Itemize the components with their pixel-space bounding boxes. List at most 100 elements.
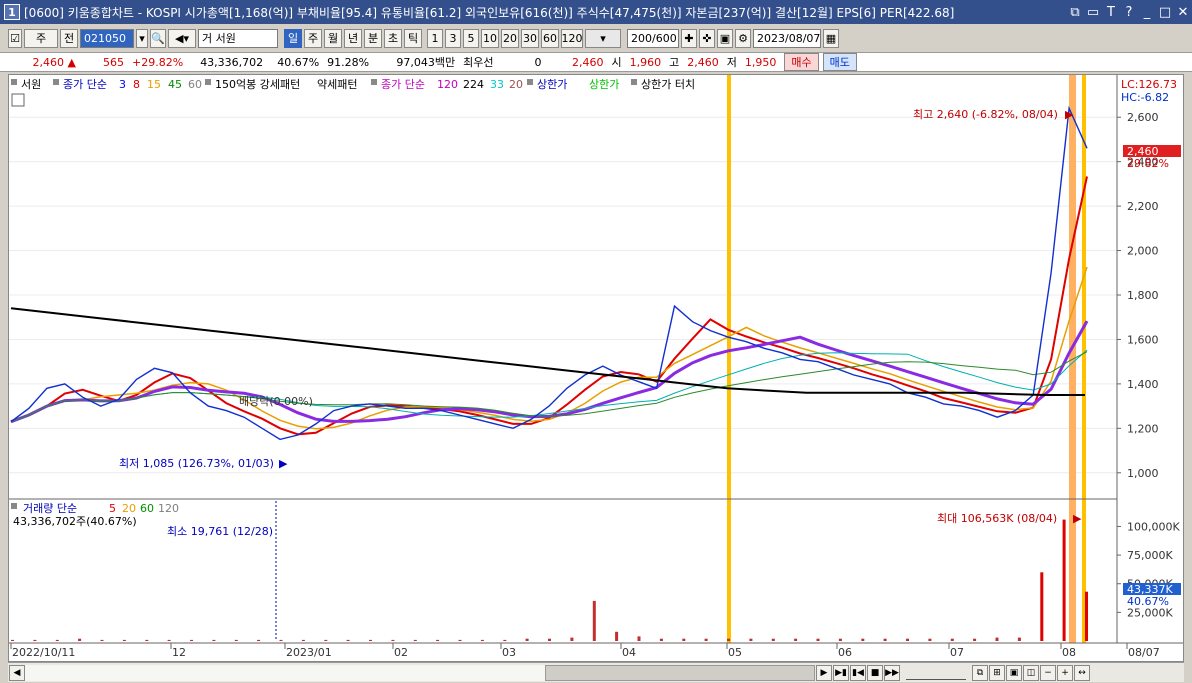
ma-224-line (10, 307, 1085, 396)
price-tick-label: 2,200 (1127, 200, 1159, 213)
window-title: [0600] 키움종합차트 - KOSPI 시가총액[1,168(억)] 부채비… (24, 5, 955, 20)
price-tick-label: 2,600 (1127, 111, 1159, 124)
horizontal-scrollbar[interactable]: ◀ ▶ ▶▮ ▮◀ ■ ▶▶ ⧉ ⊞ ▣ ◫ − + ↔ (8, 662, 1184, 682)
minute-5[interactable]: 5 (463, 28, 479, 48)
volume-min: 최소 19,761 (12/28) (167, 525, 273, 538)
stock-name-field[interactable]: 거 서원 (198, 28, 278, 48)
volume-bar (55, 639, 59, 641)
legend-ma2-label[interactable]: 종가 단순 (381, 78, 425, 91)
table-icon[interactable] (11, 93, 25, 107)
legend-ma-15: 15 (147, 78, 161, 91)
search-icon[interactable]: 🔍 (150, 28, 166, 48)
help-icon[interactable]: ? (1120, 5, 1138, 20)
close-icon[interactable]: ✕ (1174, 5, 1192, 20)
zoom-out-button[interactable]: − (1040, 664, 1056, 681)
custom-interval-select[interactable]: ▾ (585, 28, 621, 48)
legend-pattern1[interactable]: 150억봉 강세패턴 (215, 78, 300, 91)
legend-upper-limit[interactable]: 상한가 (537, 78, 567, 91)
fit-icon[interactable]: ▣ (1006, 664, 1022, 681)
legend-ma-60: 60 (188, 78, 202, 91)
legend-touch-icon (631, 79, 637, 85)
interval-tick[interactable]: 틱 (404, 28, 422, 48)
layout-icon[interactable]: ⧉ (972, 664, 988, 681)
volume-bar (436, 639, 440, 641)
sell-button[interactable]: 매도 (822, 53, 857, 71)
zoom-out-icon[interactable]: ✜ (699, 28, 715, 48)
stop-icon[interactable]: ■ (867, 664, 883, 681)
volume-current: 43,336,702주(40.67%) (13, 515, 137, 528)
legend-limit-icon (527, 79, 533, 85)
volume-bar (480, 639, 484, 641)
split-icon[interactable]: ◫ (1023, 664, 1039, 681)
scroll-thumb[interactable] (545, 664, 815, 681)
save-icon[interactable]: ▣ (717, 28, 733, 48)
legend-ma2-icon (371, 79, 377, 85)
interval-second[interactable]: 초 (384, 28, 402, 48)
legend-stock[interactable]: 서원 (21, 78, 41, 91)
restore-icon[interactable]: ⧉ (1066, 5, 1084, 20)
buy-button[interactable]: 매수 (784, 53, 819, 71)
legend-pattern2[interactable]: 약세패턴 (317, 77, 357, 91)
minimize-icon[interactable]: _ (1138, 5, 1156, 20)
interval-day[interactable]: 일 (284, 28, 302, 48)
volume-bar (190, 639, 193, 641)
chart-area[interactable]: 2,600 2,400 2,200 2,000 1,800 1,600 1,400 1,200… (8, 74, 1184, 662)
step-back-icon[interactable]: ▮◀ (850, 664, 866, 681)
volume-bar (346, 639, 350, 641)
volume-bar (279, 639, 283, 641)
count-input[interactable]: 200/600 (627, 28, 679, 48)
preferred-label: 최우선 (463, 56, 494, 69)
minute-120[interactable]: 120 (561, 28, 583, 48)
step-forward-icon[interactable]: ▶▮ (833, 664, 849, 681)
interval-minute[interactable]: 분 (364, 28, 382, 48)
sound-icon[interactable]: ◀▾ (168, 28, 196, 48)
legend-ma-label[interactable]: 종가 단순 (63, 78, 107, 91)
zoom-in-icon[interactable]: ✚ (681, 28, 697, 48)
volume-tick-label: 75,000K (1127, 549, 1173, 562)
settings-icon[interactable]: ⚙ (735, 28, 751, 48)
calendar-icon[interactable]: ▦ (823, 28, 839, 48)
volume-bar (548, 638, 551, 641)
interval-year[interactable]: 년 (344, 28, 362, 48)
maximize-icon[interactable]: □ (1156, 5, 1174, 20)
date-input[interactable]: 2023/08/07 (753, 28, 821, 48)
market-button[interactable]: 전 (60, 28, 78, 48)
tile-icon[interactable]: ▭ (1084, 5, 1102, 20)
text-icon[interactable]: T (1102, 5, 1120, 20)
minute-1[interactable]: 1 (427, 28, 443, 48)
volume-bar (973, 638, 977, 641)
code-input[interactable]: 021050 (80, 28, 134, 48)
interval-week[interactable]: 주 (304, 28, 322, 48)
volume-bar (78, 638, 82, 641)
fast-forward-icon[interactable]: ▶▶ (884, 664, 900, 681)
volume-bar (413, 639, 417, 641)
legend-pattern-icon (205, 79, 211, 85)
minute-60[interactable]: 60 (541, 28, 559, 48)
minute-3[interactable]: 3 (445, 28, 461, 48)
minute-20[interactable]: 20 (501, 28, 519, 48)
move-icon[interactable]: ↔ (1074, 664, 1090, 681)
grid-icon[interactable]: ⊞ (989, 664, 1005, 681)
scroll-left-button[interactable]: ◀ (9, 664, 25, 681)
price-tick-label: 1,400 (1127, 378, 1159, 391)
period-type-select[interactable]: 주 (24, 28, 58, 48)
volume-bar (995, 637, 999, 641)
code-dropdown-icon[interactable]: ▾ (136, 28, 148, 48)
checkbox-icon[interactable]: ☑ (8, 28, 22, 48)
ratio: 91.28% (327, 55, 370, 69)
scroll-track[interactable] (25, 664, 545, 681)
minute-30[interactable]: 30 (521, 28, 539, 48)
legend-upper-limit-2[interactable]: 상한가 (589, 78, 619, 91)
volume-bar (234, 639, 238, 641)
minute-10[interactable]: 10 (481, 28, 499, 48)
volume-bar (369, 639, 372, 641)
legend-upper-touch[interactable]: 상한가 터치 (641, 78, 695, 91)
window-number: 1 (4, 4, 20, 20)
interval-month[interactable]: 월 (324, 28, 342, 48)
zoom-in-button[interactable]: + (1057, 664, 1073, 681)
volume-legend[interactable]: 거래량 단순 (23, 502, 77, 515)
zoom-slider[interactable] (906, 666, 966, 680)
ma-line (10, 266, 1088, 430)
open-label: 시 (611, 56, 622, 69)
scroll-right-button[interactable]: ▶ (816, 664, 832, 681)
